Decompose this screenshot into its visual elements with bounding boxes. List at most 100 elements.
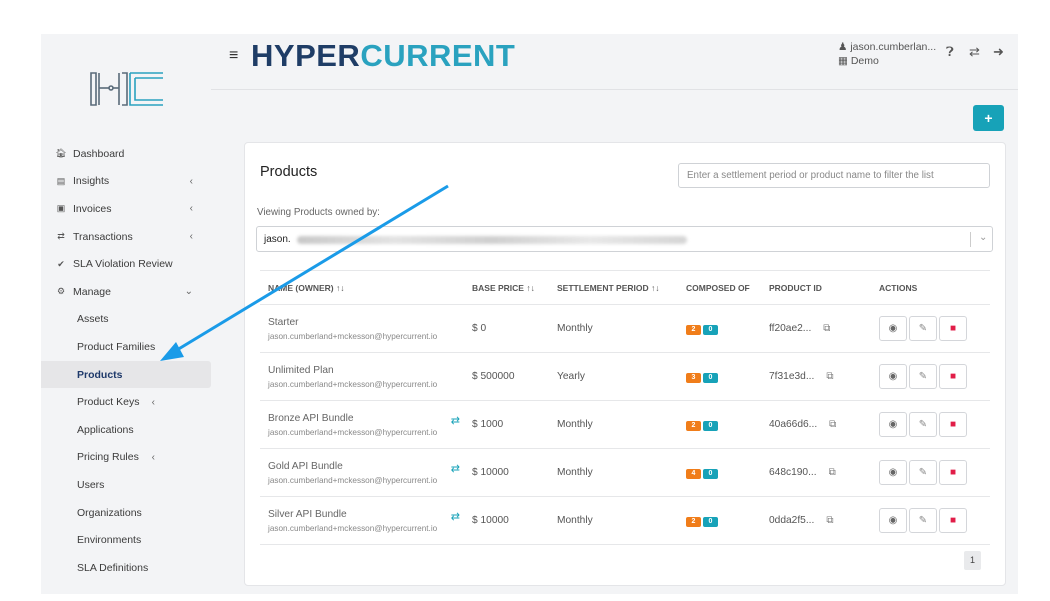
edit-button[interactable]: ✎ — [909, 316, 937, 341]
sidebar-item-insights[interactable]: ▤ Insights ‹ — [41, 168, 211, 196]
user-info[interactable]: ♟ jason.cumberlan... ▦ Demo — [838, 40, 936, 68]
copy-icon[interactable]: ⧉ — [829, 419, 836, 430]
logout-icon[interactable]: ➜ — [993, 44, 1004, 60]
table-row: Bronze API Bundle jason.cumberland+mckess… — [260, 400, 990, 449]
delete-button[interactable]: ■ — [939, 316, 967, 341]
cell-settlement-period: Monthly — [557, 448, 686, 497]
chevron-left-icon: ‹ — [189, 175, 193, 187]
col-name[interactable]: NAME (OWNER) ↑↓ — [260, 270, 472, 305]
sidebar-item-label: SLA Definitions — [77, 561, 149, 574]
subcomponent-count-badge: 0 — [703, 468, 718, 479]
view-button[interactable]: ◉ — [879, 364, 907, 389]
sidebar-item-applications[interactable]: Applications — [41, 416, 211, 444]
delete-button[interactable]: ■ — [939, 460, 967, 485]
delete-button[interactable]: ■ — [939, 508, 967, 533]
sidebar-item-label: Manage — [73, 285, 111, 298]
cell-name: Unlimited Plan jason.cumberland+mckesson@… — [260, 352, 472, 401]
cell-base-price: $ 10000 — [472, 496, 557, 545]
user-icon: ♟ — [838, 41, 848, 53]
sidebar-item-dashboard[interactable]: 🏠︎ Dashboard — [41, 140, 211, 168]
chevron-left-icon: ‹ — [189, 231, 193, 243]
subcomponent-count-badge: 0 — [703, 420, 718, 431]
cell-composed-of: 20 — [686, 496, 769, 545]
owner-label: Viewing Products owned by: — [257, 207, 380, 218]
sidebar-item-assets[interactable]: Assets — [41, 306, 211, 334]
page-1-button[interactable]: 1 — [964, 551, 981, 570]
product-name[interactable]: Starter — [268, 317, 472, 328]
gear-icon: ⚙ — [56, 286, 66, 297]
sidebar-item-organizations[interactable]: Organizations — [41, 499, 211, 527]
view-button[interactable]: ◉ — [879, 508, 907, 533]
filter-input[interactable]: Enter a settlement period or product nam… — [678, 163, 990, 188]
col-product-id: PRODUCT ID — [769, 270, 879, 305]
table-row: Gold API Bundle jason.cumberland+mckesson… — [260, 448, 990, 497]
sidebar-item-manage[interactable]: ⚙ Manage ⌄ — [41, 278, 211, 306]
brand-title: HYPERCURRENT — [251, 38, 515, 74]
edit-button[interactable]: ✎ — [909, 508, 937, 533]
sidebar-item-transactions[interactable]: ⇄ Transactions ‹ — [41, 223, 211, 251]
sidebar-item-label: Dashboard — [73, 147, 125, 160]
app-window: 🏠︎ Dashboard ▤ Insights ‹ ▣ Invoices ‹ ⇄… — [41, 34, 1018, 594]
cell-settlement-period: Yearly — [557, 352, 686, 401]
home-icon: 🏠︎ — [55, 148, 67, 159]
help-icon[interactable]: ❓︎ — [946, 44, 954, 60]
brand-part-2: CURRENT — [360, 38, 516, 73]
copy-icon[interactable]: ⧉ — [823, 323, 830, 334]
view-button[interactable]: ◉ — [879, 460, 907, 485]
check-icon: ✔ — [57, 258, 65, 269]
sidebar-item-label: Pricing Rules — [77, 451, 139, 464]
cell-settlement-period: Monthly — [557, 304, 686, 353]
view-button[interactable]: ◉ — [879, 412, 907, 437]
cell-name: Starter jason.cumberland+mckesson@hypercu… — [260, 304, 472, 353]
col-settlement-period[interactable]: SETTLEMENT PERIOD ↑↓ — [557, 270, 686, 305]
edit-button[interactable]: ✎ — [909, 412, 937, 437]
sidebar-item-label: Users — [77, 478, 105, 491]
product-name[interactable]: Bronze API Bundle — [268, 413, 472, 424]
sidebar-item-users[interactable]: Users — [41, 471, 211, 499]
product-owner: jason.cumberland+mckesson@hypercurrent.i… — [268, 331, 438, 341]
sidebar-item-product-keys[interactable]: Product Keys ‹ — [41, 388, 211, 416]
cell-product-id: 0dda2f5... ⧉ — [769, 496, 879, 545]
sidebar-item-sla-definitions[interactable]: SLA Definitions — [41, 554, 211, 582]
page-title: Products — [260, 164, 318, 180]
products-table: NAME (OWNER) ↑↓ BASE PRICE ↑↓ SETTLEMENT… — [260, 270, 990, 545]
table-header-row: NAME (OWNER) ↑↓ BASE PRICE ↑↓ SETTLEMENT… — [260, 270, 990, 305]
sidebar-item-environments[interactable]: Environments — [41, 526, 211, 554]
product-id: 648c190... — [769, 467, 817, 478]
copy-icon[interactable]: ⧉ — [829, 467, 836, 478]
sidebar-item-pricing-rules[interactable]: Pricing Rules ‹ — [41, 444, 211, 472]
delete-button[interactable]: ■ — [939, 412, 967, 437]
brand-part-1: HYPER — [251, 38, 361, 73]
cell-product-id: ff20ae2... ⧉ — [769, 304, 879, 353]
product-name[interactable]: Unlimited Plan — [268, 365, 472, 376]
switch-icon[interactable]: ⇄ — [969, 44, 980, 60]
delete-button[interactable]: ■ — [939, 364, 967, 389]
product-name[interactable]: Gold API Bundle — [268, 461, 472, 472]
cell-base-price: $ 500000 — [472, 352, 557, 401]
cell-composed-of: 20 — [686, 400, 769, 449]
sidebar-item-products[interactable]: Products — [41, 360, 211, 389]
sidebar-item-sla-violation-review[interactable]: ✔ SLA Violation Review — [41, 250, 211, 278]
edit-button[interactable]: ✎ — [909, 460, 937, 485]
sidebar-item-product-families[interactable]: Product Families — [41, 333, 211, 361]
component-count-badge: 3 — [686, 372, 701, 383]
sidebar-item-invoices[interactable]: ▣ Invoices ‹ — [41, 195, 211, 223]
sidebar-item-label: Insights — [73, 175, 110, 188]
product-name[interactable]: Silver API Bundle — [268, 509, 472, 520]
add-product-button[interactable]: + — [973, 105, 1004, 131]
col-base-price[interactable]: BASE PRICE ↑↓ — [472, 270, 557, 305]
product-id: ff20ae2... — [769, 323, 812, 334]
owner-select[interactable]: jason. ⌄ — [256, 226, 993, 252]
cell-settlement-period: Monthly — [557, 496, 686, 545]
owner-select-value: jason. — [264, 234, 291, 245]
cell-base-price: $ 0 — [472, 304, 557, 353]
edit-button[interactable]: ✎ — [909, 364, 937, 389]
table-row: Silver API Bundle jason.cumberland+mckess… — [260, 496, 990, 545]
cell-actions: ◉ ✎ ■ — [879, 496, 990, 545]
view-button[interactable]: ◉ — [879, 316, 907, 341]
copy-icon[interactable]: ⧉ — [826, 371, 833, 382]
copy-icon[interactable]: ⧉ — [826, 515, 833, 526]
menu-icon[interactable]: ≡ — [229, 47, 238, 65]
sidebar-item-label: Invoices — [73, 202, 112, 215]
subcomponent-count-badge: 0 — [703, 516, 718, 527]
